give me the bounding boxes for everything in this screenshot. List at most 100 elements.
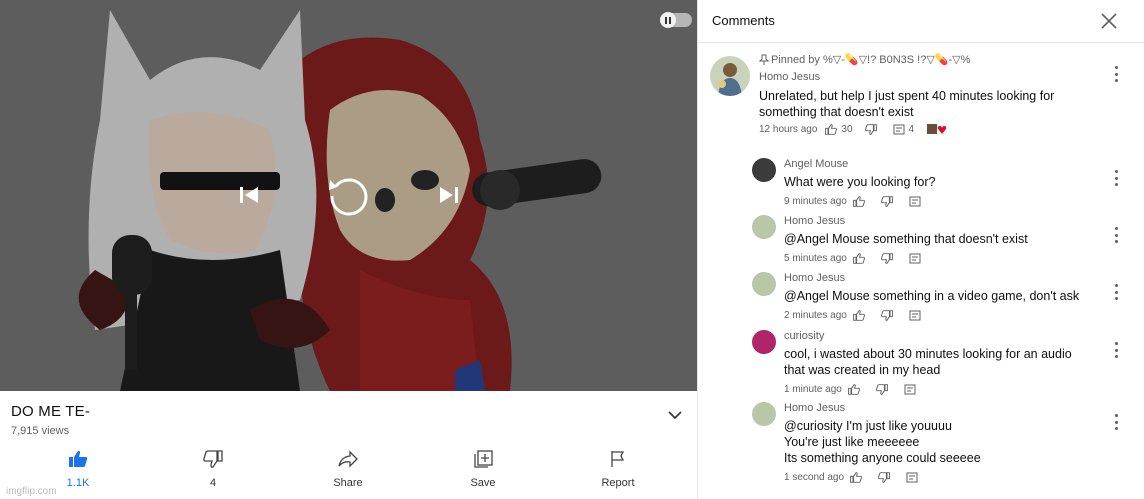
comment-meta: 1 minute ago xyxy=(784,384,932,395)
comment-reply-button[interactable] xyxy=(906,472,922,483)
flag-icon xyxy=(611,451,625,467)
creator-heart-icon xyxy=(927,124,947,134)
comment-author[interactable]: Angel Mouse xyxy=(784,158,848,170)
comment-text-line: What were you looking for? xyxy=(784,175,936,189)
comment-text-line: something that doesn't exist xyxy=(759,105,914,119)
thumbs-up-icon xyxy=(850,472,863,483)
comment-dislike-button[interactable] xyxy=(880,310,897,321)
comment-time: 1 second ago xyxy=(784,472,845,483)
video-title: DO ME TE- xyxy=(11,403,91,420)
thumbs-up-filled-icon xyxy=(69,450,88,467)
dislike-count: 4 xyxy=(209,477,217,489)
thumbs-down-icon xyxy=(875,384,888,395)
autoplay-toggle[interactable] xyxy=(660,12,692,28)
comment-meta: 9 minutes ago xyxy=(784,196,937,207)
comment-text-line: @Angel Mouse something in a video game, … xyxy=(784,289,1080,303)
comment-like-button[interactable] xyxy=(850,472,866,483)
comment-time: 1 minute ago xyxy=(784,384,842,395)
comment-author[interactable]: Homo Jesus xyxy=(784,402,845,414)
thumbs-up-icon xyxy=(825,123,838,135)
previous-button[interactable] xyxy=(234,180,264,210)
comment-time: 12 hours ago xyxy=(759,123,818,135)
comment-meta: 1 second ago xyxy=(784,472,934,483)
action-bar: 1.1K 4 Share Save Report xyxy=(0,448,697,493)
comment-menu-button[interactable] xyxy=(1113,284,1119,300)
comment-dislike-button[interactable] xyxy=(880,196,897,207)
comment-text: @Angel Mouse something in a video game, … xyxy=(784,288,1129,304)
comment-menu-button[interactable] xyxy=(1113,414,1119,430)
next-button[interactable] xyxy=(434,180,464,210)
like-count: 1.1K xyxy=(66,477,90,489)
pin-icon xyxy=(759,54,769,65)
thumbs-up-icon xyxy=(852,196,865,207)
avatar[interactable] xyxy=(752,215,776,239)
report-button[interactable]: Report xyxy=(578,448,658,489)
comment-author[interactable]: curiosity xyxy=(784,330,824,342)
comment-like-button[interactable] xyxy=(852,253,869,264)
avatar-image xyxy=(718,63,742,96)
pinned-by-text: Pinned by %▽-💊▽!? B0N3S !?▽💊-▽% xyxy=(771,54,971,66)
comment-dislike-button[interactable] xyxy=(875,384,892,395)
comment-meta: 5 minutes ago xyxy=(784,253,937,264)
comment-text-line: @curiosity I'm just like youuuu xyxy=(784,419,952,433)
creator-heart xyxy=(926,123,952,135)
replay-button[interactable] xyxy=(325,171,371,217)
comment-text: cool, i wasted about 30 minutes looking … xyxy=(784,346,1129,378)
reply-icon xyxy=(909,196,921,207)
comment-menu-button[interactable] xyxy=(1113,170,1119,186)
comment-menu-button[interactable] xyxy=(1113,342,1119,358)
comment-text: Unrelated, but help I just spent 40 minu… xyxy=(759,88,1054,120)
comment-reply-button[interactable] xyxy=(904,384,920,395)
comment-text: What were you looking for? xyxy=(784,174,1129,190)
thumbs-down-icon xyxy=(864,123,877,135)
comments-title: Comments xyxy=(712,13,775,28)
comment-dislike-button[interactable] xyxy=(864,123,881,135)
comment-like-button[interactable] xyxy=(852,310,869,321)
comments-header: Comments xyxy=(698,0,1144,43)
like-button[interactable]: 1.1K xyxy=(38,448,118,489)
comment-dislike-button[interactable] xyxy=(880,253,897,264)
avatar[interactable] xyxy=(752,272,776,296)
comment-text-line: cool, i wasted about 30 minutes looking … xyxy=(784,347,1072,361)
pinned-comment: Pinned by %▽-💊▽!? B0N3S !?▽💊-▽% Homo Jes… xyxy=(708,52,1138,142)
comment-reply-button[interactable] xyxy=(909,196,925,207)
comment-replies-button[interactable]: 4 xyxy=(893,124,914,135)
share-button[interactable]: Share xyxy=(308,448,388,489)
comment-menu-button[interactable] xyxy=(1113,227,1119,243)
comment-like-button[interactable] xyxy=(852,196,869,207)
comment-text-line: @Angel Mouse something that doesn't exis… xyxy=(784,232,1028,246)
thumbs-down-icon xyxy=(878,472,890,483)
comment-author[interactable]: Homo Jesus xyxy=(784,272,845,284)
save-button[interactable]: Save xyxy=(443,448,523,489)
dislike-button[interactable]: 4 xyxy=(173,448,253,489)
replay-icon xyxy=(329,178,368,216)
comment-dislike-button[interactable] xyxy=(878,472,894,483)
comment-menu-button[interactable] xyxy=(1113,66,1119,82)
share-label: Share xyxy=(333,477,363,489)
comment-reply-button[interactable] xyxy=(909,253,925,264)
thumbs-down-icon xyxy=(880,253,893,264)
thumbs-down-icon xyxy=(880,196,893,207)
avatar[interactable] xyxy=(752,330,776,354)
close-icon xyxy=(1101,13,1117,29)
save-label: Save xyxy=(470,477,496,489)
reply-icon xyxy=(909,253,921,264)
comment-time: 2 minutes ago xyxy=(784,310,847,321)
thumbs-up-icon xyxy=(847,384,860,395)
comment-like-button[interactable] xyxy=(847,384,864,395)
comment-like-button[interactable]: 30 xyxy=(825,123,853,135)
view-count: 7,915 views xyxy=(11,425,70,437)
reply-icon xyxy=(909,310,921,321)
skip-previous-icon xyxy=(240,187,258,203)
video-player[interactable] xyxy=(0,0,697,391)
expand-description-button[interactable] xyxy=(668,407,682,425)
comment-reply-button[interactable] xyxy=(909,310,925,321)
comment-author[interactable]: Homo Jesus xyxy=(784,215,845,227)
reply-icon xyxy=(904,384,916,395)
comment-author[interactable]: Homo Jesus xyxy=(759,71,820,83)
comment-text-line: Its something anyone could seeeee xyxy=(784,451,981,465)
close-comments-button[interactable] xyxy=(1100,12,1118,30)
avatar[interactable] xyxy=(752,158,776,182)
avatar[interactable] xyxy=(752,402,776,426)
avatar[interactable] xyxy=(710,56,750,96)
